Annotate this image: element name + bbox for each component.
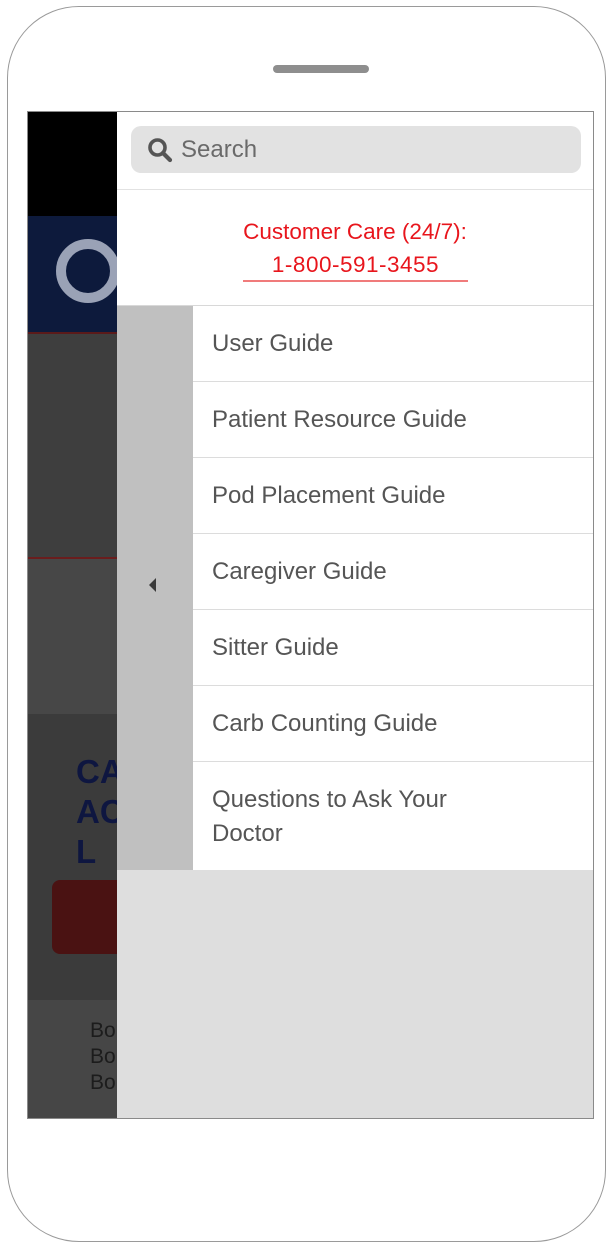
customer-care: Customer Care (24/7): 1-800-591-3455 [117,190,593,306]
menu-item-user-guide[interactable]: User Guide [193,306,593,382]
search-input[interactable] [181,135,561,164]
menu-item-patient-resource-guide[interactable]: Patient Resource Guide [193,382,593,458]
phone-speaker [273,65,369,73]
background-logo [56,239,120,303]
search-icon [148,137,173,162]
side-drawer: Customer Care (24/7): 1-800-591-3455 Use… [117,112,593,1118]
chevron-left-icon [149,578,156,592]
menu-item-caregiver-guide[interactable]: Caregiver Guide [193,534,593,610]
menu-item-sitter-guide[interactable]: Sitter Guide [193,610,593,686]
background-body-text: Bo Bo Bo [90,1019,116,1094]
menu-item-questions-to-ask-your-doctor[interactable]: Questions to Ask Your Doctor [193,762,593,871]
customer-care-phone-link[interactable]: 1-800-591-3455 [243,250,468,282]
drawer-empty-area [117,870,593,1118]
customer-care-title: Customer Care (24/7): [243,219,467,244]
menu-item-carb-counting-guide[interactable]: Carb Counting Guide [193,686,593,762]
menu-item-pod-placement-guide[interactable]: Pod Placement Guide [193,458,593,534]
drawer-collapse-handle[interactable] [117,306,193,870]
search-bar [117,112,593,190]
screen: CA AC L Bo Bo Bo Customer Care (24/7): 1… [27,111,594,1119]
search-box[interactable] [131,126,581,173]
guide-menu: User Guide Patient Resource Guide Pod Pl… [193,306,593,871]
